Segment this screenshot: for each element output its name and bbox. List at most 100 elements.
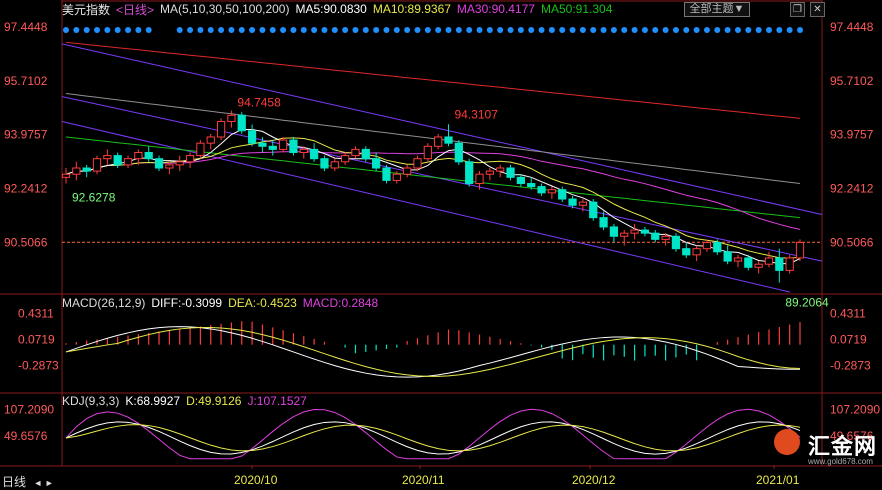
candle-body — [640, 229, 650, 234]
event-dot — [435, 27, 442, 33]
event-dot — [734, 27, 741, 33]
candle-body — [775, 257, 784, 271]
d-value: D:49.9126 — [186, 394, 242, 408]
y-tick-label-left: 92.2412 — [4, 181, 48, 195]
candle-body — [537, 186, 546, 194]
event-dot — [517, 27, 524, 33]
event-dot — [259, 27, 266, 33]
price-annotation: 94.3107 — [455, 107, 499, 121]
candle-body — [216, 120, 226, 138]
event-dot — [776, 27, 783, 33]
period-selector[interactable]: 日线 ◄ ► — [2, 473, 54, 490]
candle-body — [154, 158, 164, 169]
event-dot — [104, 27, 111, 33]
candle-body — [599, 217, 608, 228]
x-tick-label: 2021/01 — [756, 473, 800, 487]
candle-body — [723, 251, 732, 262]
event-dot — [672, 27, 679, 33]
candle-body — [72, 167, 81, 175]
event-dot — [486, 27, 493, 33]
event-dot — [331, 27, 338, 33]
instrument-name: 美元指数 — [62, 2, 111, 17]
event-dot — [63, 27, 69, 33]
event-dot — [590, 27, 597, 33]
event-dot — [228, 27, 235, 33]
y-tick-label-left: 93.9757 — [4, 128, 48, 142]
diff-line — [65, 326, 801, 378]
period-arrows-icon[interactable]: ◄ ► — [33, 478, 53, 488]
candle-body — [185, 155, 195, 163]
candle-body — [113, 155, 122, 166]
macd-value: MACD:0.2848 — [302, 296, 379, 310]
theme-label: 全部主题 — [689, 3, 734, 15]
candle-body — [103, 155, 112, 160]
event-dot — [290, 27, 297, 33]
y-tick-label-right: 92.2412 — [830, 181, 874, 195]
candle-body — [320, 158, 329, 169]
theme-dropdown[interactable]: 全部主题▼ — [684, 2, 750, 17]
candle-body — [309, 148, 319, 160]
event-dot — [631, 27, 638, 33]
event-dot — [393, 27, 400, 33]
trend-channel-upper — [61, 96, 823, 262]
event-dot — [703, 27, 710, 33]
ma-label: MA(5,10,30,50,100,200) — [160, 2, 290, 16]
close-icon[interactable]: ✕ — [810, 2, 825, 17]
chevron-down-icon: ▼ — [733, 3, 745, 15]
event-dot — [414, 27, 421, 33]
k-value: K:68.9927 — [125, 394, 181, 408]
event-dot — [559, 27, 566, 33]
candle-body — [392, 173, 401, 181]
candle-body — [351, 148, 360, 157]
kdj-legend: KDJ(9,3,3) K:68.9927 D:49.9126 J:107.152… — [62, 394, 307, 408]
event-dot — [528, 27, 535, 33]
candle-body — [413, 158, 422, 169]
dea-line — [65, 326, 801, 377]
candle-body — [527, 183, 536, 188]
event-dot — [352, 27, 359, 33]
candle-body — [578, 201, 588, 206]
restore-icon[interactable]: ❐ — [790, 2, 805, 17]
y-tick-label-right: 90.5066 — [830, 235, 874, 249]
main-chart-legend: 美元指数 <日线> MA(5,10,30,50,100,200) MA5:90.… — [62, 1, 612, 17]
candle-body — [227, 114, 236, 122]
candle-body — [144, 151, 153, 160]
candle-body — [620, 232, 629, 237]
candle-body — [61, 173, 71, 178]
event-dot — [424, 27, 431, 33]
event-dot — [786, 27, 793, 33]
event-dot — [83, 27, 90, 33]
candle-body — [382, 167, 391, 181]
event-dot — [797, 27, 803, 33]
event-dot — [207, 27, 214, 33]
candle-body — [506, 167, 515, 178]
event-dot — [755, 27, 762, 33]
candle-body — [196, 142, 205, 157]
y-tick-label-right: 97.4448 — [830, 20, 874, 34]
candle-body — [372, 158, 381, 169]
j-value: J:107.1527 — [247, 394, 307, 408]
event-dot — [569, 27, 576, 33]
candle-body — [547, 189, 557, 194]
logo-icon — [774, 429, 800, 455]
candle-body — [661, 235, 670, 240]
kdj-label: KDJ(9,3,3) — [62, 394, 120, 408]
candle-body — [268, 145, 277, 150]
chart-canvas: 97.4448 97.4448 95.7102 95.7102 93.9757 93.97… — [0, 0, 882, 487]
candle-body — [744, 257, 753, 268]
event-dot — [114, 27, 121, 33]
candle-body — [496, 167, 505, 172]
candle-body — [165, 164, 174, 169]
gold678-logo: 汇金网 www.gold678.com — [772, 423, 880, 469]
y-tick-label-left: 90.5066 — [4, 235, 48, 249]
event-dot — [476, 27, 483, 33]
candle-body — [589, 201, 598, 219]
ma10-line — [65, 137, 801, 259]
candle-body — [361, 148, 370, 160]
event-dot — [548, 27, 555, 33]
dea-value: DEA:-0.4523 — [228, 296, 297, 310]
period-label[interactable]: <日线> — [116, 1, 154, 18]
candle-body — [134, 151, 143, 160]
kdj-y-tick-left: 107.2090 — [4, 402, 54, 416]
ma50-value: MA50:91.304 — [540, 2, 613, 16]
